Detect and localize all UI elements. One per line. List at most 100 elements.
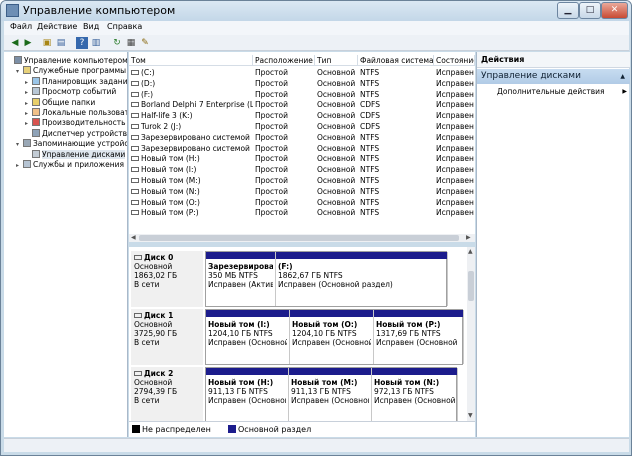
volume-row[interactable]: Зарезервировано системой Простой Основной N… bbox=[129, 132, 475, 143]
partition-block[interactable]: (F:) 1862,67 ГБ NTFS Исправен (Основной ра… bbox=[276, 252, 448, 306]
tree-item-label: Просмотр событий bbox=[42, 87, 117, 97]
volume-cell: Основной bbox=[315, 143, 358, 154]
disk-status: В сети bbox=[134, 338, 160, 347]
column-file-system[interactable]: Файловая система bbox=[358, 55, 434, 66]
up-folder-icon[interactable]: ▣ bbox=[41, 37, 53, 49]
tree-item-label: Локальные пользовате bbox=[42, 108, 128, 117]
drive-icon bbox=[131, 91, 139, 97]
actions-section-disk-management[interactable]: Управление дисками ▲ bbox=[477, 69, 630, 84]
partition-block[interactable]: Новый том (M:) 911,13 ГБ NTFS Исправен (Ос… bbox=[289, 368, 372, 422]
tree-item[interactable]: ▸ Локальные пользовате bbox=[25, 107, 128, 118]
tree-item[interactable]: ▾ Служебные программы bbox=[16, 65, 126, 76]
partition-block[interactable]: Новый том (O:) 1204,10 ГБ NTFS Исправен (О… bbox=[290, 310, 374, 364]
tree-item[interactable]: ▸ Просмотр событий bbox=[25, 86, 116, 97]
menu-file[interactable]: Файл bbox=[10, 22, 32, 31]
vertical-scroll-thumb[interactable] bbox=[468, 271, 474, 301]
volume-cell: NTFS bbox=[358, 67, 434, 78]
partition-text: Новый том (H:) 911,13 ГБ NTFS Исправен (Ос… bbox=[208, 378, 286, 405]
menu-help[interactable]: Справка bbox=[107, 22, 142, 31]
tree-item[interactable]: ▸ Производительность bbox=[25, 117, 126, 128]
vertical-scrollbar[interactable]: ▲ ▼ bbox=[467, 247, 475, 421]
disk-row[interactable]: Диск 2 Основной 2794,39 ГБ В сети Новый том … bbox=[131, 367, 464, 423]
volume-row[interactable]: Новый том (I:) Простой Основной NTFS Исправе… bbox=[129, 164, 475, 175]
tree-item[interactable]: ▸ Планировщик заданий bbox=[25, 76, 127, 87]
partition-block[interactable]: Новый том (I:) 1204,10 ГБ NTFS Исправен (О… bbox=[206, 310, 290, 364]
window-title: Управление компьютером bbox=[23, 4, 176, 17]
volume-cell: NTFS bbox=[358, 89, 434, 100]
partition-block[interactable]: Новый том (N:) 972,13 ГБ NTFS Исправен (Ос… bbox=[372, 368, 458, 422]
back-arrow-icon[interactable]: ◀ bbox=[9, 37, 21, 49]
volume-row[interactable]: Half-life 3 (K:) Простой Основной CDFS Испра… bbox=[129, 110, 475, 121]
disk-info[interactable]: Диск 0 Основной 1863,02 ГБ В сети bbox=[131, 251, 203, 307]
partition-block[interactable]: Новый том (H:) 911,13 ГБ NTFS Исправен (Ос… bbox=[206, 368, 289, 422]
volume-row[interactable]: Новый том (O:) Простой Основной NTFS Исправе… bbox=[129, 197, 475, 208]
tree-item[interactable]: Управление компьютером (л bbox=[7, 55, 127, 66]
tree-item-label: Диспетчер устройств bbox=[42, 128, 128, 138]
volume-cell: Простой bbox=[253, 197, 315, 208]
volume-cell-text: Простой bbox=[255, 111, 288, 121]
horizontal-scroll-thumb[interactable] bbox=[139, 235, 459, 241]
more-actions-label: Дополнительные действия bbox=[497, 87, 605, 96]
partition-block[interactable]: Зарезервирова 350 МБ NTFS Исправен (Актив bbox=[206, 252, 276, 306]
scroll-right-icon[interactable]: ▶ bbox=[466, 234, 471, 241]
volume-row[interactable]: (D:) Простой Основной NTFS Исправен bbox=[129, 78, 475, 89]
volume-row[interactable]: (F:) Простой Основной NTFS Исправен bbox=[129, 89, 475, 100]
properties-icon[interactable]: ▦ bbox=[125, 37, 137, 49]
scroll-down-icon[interactable]: ▼ bbox=[468, 412, 473, 419]
partition-name: Новый том (P:) bbox=[376, 320, 441, 329]
scroll-left-icon[interactable]: ◀ bbox=[131, 234, 136, 241]
tree-item[interactable]: Диспетчер устройств bbox=[25, 128, 127, 139]
drive-icon bbox=[131, 188, 139, 194]
tree-item[interactable]: ▸ Службы и приложения bbox=[16, 159, 124, 170]
volume-row[interactable]: Новый том (P:) Простой Основной NTFS Исправе… bbox=[129, 207, 475, 218]
volume-cell: Исправен bbox=[434, 99, 475, 110]
volume-cell-text: Новый том (M:) bbox=[141, 176, 201, 185]
disk-row[interactable]: Диск 0 Основной 1863,02 ГБ В сети Зарезервир… bbox=[131, 251, 464, 307]
close-button[interactable]: ✕ bbox=[601, 2, 628, 19]
show-action-pane-icon[interactable]: ▥ bbox=[90, 37, 102, 49]
column-status[interactable]: Состояние bbox=[434, 55, 475, 66]
expand-toggle-icon[interactable]: ▾ bbox=[16, 139, 23, 150]
volume-row[interactable]: Turok 2 (J:) Простой Основной CDFS Исправен bbox=[129, 121, 475, 132]
column-layout[interactable]: Расположение bbox=[253, 55, 315, 66]
forward-arrow-icon[interactable]: ▶ bbox=[22, 37, 34, 49]
disk-info[interactable]: Диск 1 Основной 3725,90 ГБ В сети bbox=[131, 309, 203, 365]
disk-row[interactable]: Диск 1 Основной 3725,90 ГБ В сети Новый том … bbox=[131, 309, 464, 365]
expand-toggle-icon[interactable]: ▾ bbox=[16, 66, 23, 77]
more-actions-item[interactable]: Дополнительные действия ▶ bbox=[497, 86, 627, 97]
column-volume[interactable]: Том bbox=[129, 55, 253, 66]
horizontal-scrollbar[interactable]: ◀ ▶ bbox=[129, 234, 475, 242]
volume-cell: Исправен bbox=[434, 207, 475, 218]
partition-bar: Новый том (I:) 1204,10 ГБ NTFS Исправен (О… bbox=[205, 309, 464, 365]
volume-row[interactable]: (C:) Простой Основной NTFS Исправен bbox=[129, 67, 475, 78]
volume-row[interactable]: Новый том (M:) Простой Основной NTFS Исправе… bbox=[129, 175, 475, 186]
column-type[interactable]: Тип bbox=[315, 55, 358, 66]
volume-row[interactable]: Новый том (N:) Простой Основной NTFS Исправе… bbox=[129, 186, 475, 197]
help-icon[interactable]: ? bbox=[76, 37, 88, 49]
refresh-icon[interactable]: ↻ bbox=[111, 37, 123, 49]
volume-cell: Простой bbox=[253, 175, 315, 186]
menu-action[interactable]: Действие bbox=[37, 22, 77, 31]
volume-cell-text: Простой bbox=[255, 122, 288, 131]
expand-toggle-icon[interactable]: ▸ bbox=[16, 160, 23, 171]
volume-row[interactable]: Новый том (H:) Простой Основной NTFS Исправе… bbox=[129, 153, 475, 164]
menu-view[interactable]: Вид bbox=[83, 22, 99, 31]
maximize-button[interactable]: □ bbox=[579, 2, 601, 19]
volume-row[interactable]: Зарезервировано системой Простой Основной N… bbox=[129, 143, 475, 154]
partition-block[interactable]: Новый том (P:) 1317,69 ГБ NTFS Исправен (О… bbox=[374, 310, 464, 364]
tree-item[interactable]: ▸ Общие папки bbox=[25, 97, 95, 108]
title-bar[interactable]: Управление компьютером ▁ □ ✕ bbox=[1, 1, 631, 21]
volume-row[interactable]: Borland Delphi 7 Enterprise (L:) Простой О… bbox=[129, 99, 475, 110]
partition-status: Исправен (Основной раздел) bbox=[278, 280, 393, 289]
disk-map: ▲ ▼ Диск 0 Основной 1863,02 ГБ В сети Зарезе… bbox=[129, 247, 475, 423]
tree-item[interactable]: ▾ Запоминающие устройства bbox=[16, 138, 127, 150]
show-tree-icon[interactable]: ▤ bbox=[55, 37, 67, 49]
volume-cell: Half-life 3 (K:) bbox=[129, 110, 253, 121]
disk-info[interactable]: Диск 2 Основной 2794,39 ГБ В сети bbox=[131, 367, 203, 423]
scroll-up-icon[interactable]: ▲ bbox=[468, 248, 473, 255]
drive-icon bbox=[131, 113, 139, 119]
collapse-up-icon[interactable]: ▲ bbox=[620, 69, 625, 84]
settings-icon[interactable]: ✎ bbox=[139, 37, 151, 49]
tree-item[interactable]: Управление дисками bbox=[25, 149, 126, 160]
minimize-button[interactable]: ▁ bbox=[557, 2, 579, 19]
